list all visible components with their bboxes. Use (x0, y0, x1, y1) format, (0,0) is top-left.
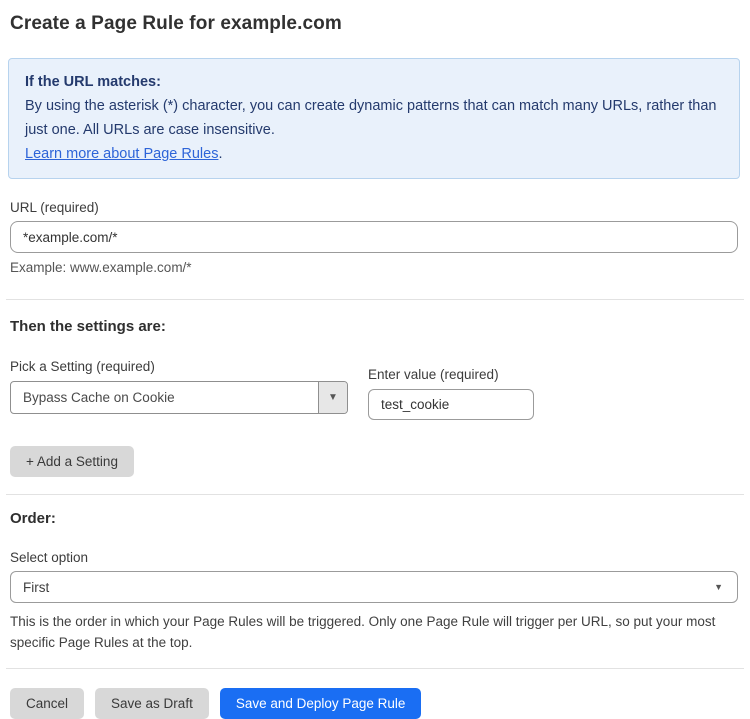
divider (6, 668, 744, 669)
select-option-label: Select option (10, 550, 738, 565)
enter-value-label: Enter value (required) (368, 367, 534, 382)
cancel-button[interactable]: Cancel (10, 688, 84, 719)
footer-actions: Cancel Save as Draft Save and Deploy Pag… (10, 688, 738, 719)
save-as-draft-button[interactable]: Save as Draft (95, 688, 209, 719)
chevron-down-icon[interactable]: ▼ (318, 382, 347, 413)
order-help-text: This is the order in which your Page Rul… (10, 611, 726, 653)
order-select-value: First (23, 580, 49, 595)
create-page-rule-form: Create a Page Rule for example.com If th… (0, 0, 750, 719)
order-section-heading: Order: (10, 510, 738, 527)
info-box-body: By using the asterisk (*) character, you… (25, 94, 723, 142)
setting-dropdown[interactable]: Bypass Cache on Cookie ▼ (10, 381, 348, 414)
settings-row: Pick a Setting (required) Bypass Cache o… (10, 359, 738, 420)
setting-dropdown-value: Bypass Cache on Cookie (11, 382, 318, 413)
link-period: . (218, 146, 222, 162)
pick-setting-label: Pick a Setting (required) (10, 359, 348, 374)
url-matches-info-box: If the URL matches: By using the asteris… (8, 58, 740, 179)
chevron-down-icon: ▼ (714, 582, 723, 592)
add-setting-button[interactable]: + Add a Setting (10, 446, 134, 477)
setting-value-input[interactable] (368, 389, 534, 420)
page-title: Create a Page Rule for example.com (10, 13, 738, 35)
save-and-deploy-button[interactable]: Save and Deploy Page Rule (220, 688, 422, 719)
url-example-text: Example: www.example.com/* (10, 260, 738, 275)
settings-section-heading: Then the settings are: (10, 318, 738, 335)
pick-setting-column: Pick a Setting (required) Bypass Cache o… (10, 359, 348, 420)
divider (6, 494, 744, 495)
enter-value-column: Enter value (required) (368, 367, 534, 420)
learn-more-link[interactable]: Learn more about Page Rules (25, 146, 218, 162)
url-label: URL (required) (10, 200, 738, 215)
url-input[interactable] (10, 221, 738, 253)
divider (6, 299, 744, 300)
order-select[interactable]: First ▼ (10, 571, 738, 603)
info-box-link-line: Learn more about Page Rules. (25, 142, 723, 166)
info-box-heading: If the URL matches: (25, 70, 723, 94)
